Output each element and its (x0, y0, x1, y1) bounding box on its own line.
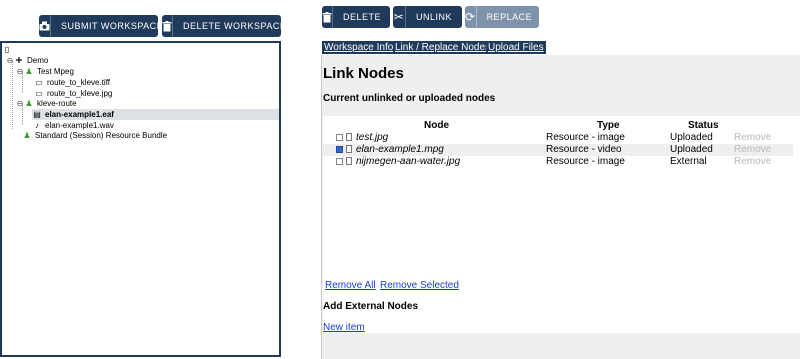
replace-label: REPLACE (486, 12, 533, 22)
tree-node-label: route_to_kleve.tiff (47, 78, 111, 87)
annotation-file-icon: ▤ (33, 110, 41, 119)
tab-workspace-info[interactable]: Workspace Info (322, 41, 396, 54)
tree-node-elan-eaf[interactable]: ▤ elan-example1.eaf (32, 109, 279, 120)
tree-node-label: route_to_kleve.jpg (47, 89, 113, 98)
tree-node-label: Test Mpeg (37, 67, 74, 76)
table-row[interactable]: test.jpg Resource - image Uploaded Remov… (323, 132, 793, 144)
panel-title: Link Nodes (323, 65, 404, 82)
tree-node-resource-bundle[interactable]: ♟ Standard (Session) Resource Bundle (22, 130, 167, 141)
submit-workspace-button[interactable]: SUBMIT WORKSPACE (39, 15, 163, 37)
table-row[interactable]: elan-example1.mpg Resource - video Uploa… (323, 144, 793, 156)
refresh-icon: ⟳ (465, 6, 477, 28)
tree-node-label: elan-example1.eaf (45, 110, 114, 119)
tree-node-label: kleve-route (37, 99, 77, 108)
row-remove-link[interactable]: Remove (734, 132, 771, 144)
row-type: Resource - video (546, 144, 622, 155)
upload-icon (39, 15, 51, 37)
delete-workspace-button[interactable]: DELETE WORKSPACE (162, 15, 286, 37)
link-nodes-panel: Link Nodes Current unlinked or uploaded … (321, 55, 800, 359)
row-node-name: elan-example1.mpg (356, 144, 444, 155)
row-status: Uploaded (670, 132, 713, 143)
session-icon: ♟ (23, 131, 31, 140)
delete-button[interactable]: DELETE (322, 6, 390, 28)
document-icon: ▯ (4, 45, 10, 54)
file-icon (346, 145, 352, 153)
tree-node-label: elan-example1.wav (45, 121, 114, 130)
session-icon: ♟ (25, 99, 33, 108)
tree-node-test-mpeg[interactable]: ⊖ ♟ Test Mpeg (16, 66, 74, 77)
row-type: Resource - image (546, 156, 625, 167)
row-status: Uploaded (670, 144, 713, 155)
session-icon: ♟ (25, 67, 33, 76)
replace-button[interactable]: ⟳ REPLACE (465, 6, 539, 28)
column-header-node: Node (424, 120, 449, 131)
image-file-icon: ▭ (35, 89, 43, 98)
column-header-type: Type (597, 120, 620, 131)
row-node-name: test.jpg (356, 132, 389, 143)
row-status: External (670, 156, 707, 167)
row-checkbox[interactable] (336, 146, 343, 153)
file-icon (346, 157, 352, 165)
new-item-link[interactable]: New item (323, 322, 365, 333)
collapse-toggle-icon[interactable]: ⊖ (16, 99, 24, 108)
trash-icon (162, 15, 173, 37)
remove-all-link[interactable]: Remove All (325, 280, 376, 291)
workspace-tree[interactable]: ▯ ⊖ ✚ Demo ⊖ ♟ Test Mpeg ▭ route_to_klev… (0, 41, 281, 357)
table-row[interactable]: nijmegen-aan-water.jpg Resource - image … (323, 156, 793, 168)
tree-node-demo[interactable]: ⊖ ✚ Demo (6, 55, 49, 66)
delete-label: DELETE (343, 12, 382, 22)
tree-node-label: Demo (27, 56, 49, 65)
trash-icon (322, 6, 333, 28)
add-external-nodes-heading: Add External Nodes (323, 301, 419, 312)
row-type: Resource - image (546, 132, 625, 143)
row-checkbox[interactable] (336, 158, 343, 165)
image-file-icon: ▭ (35, 78, 43, 87)
corpus-icon: ✚ (15, 56, 23, 65)
tab-link-replace-nodes[interactable]: Link / Replace Nodes (393, 41, 493, 54)
file-icon (346, 133, 352, 141)
row-checkbox[interactable] (336, 134, 343, 141)
unlink-label: UNLINK (415, 12, 452, 22)
submit-workspace-label: SUBMIT WORKSPACE (61, 21, 164, 31)
tree-node-label: Standard (Session) Resource Bundle (35, 131, 168, 140)
tree-root-node[interactable]: ▯ (2, 44, 15, 55)
row-node-name: nijmegen-aan-water.jpg (356, 156, 461, 167)
collapse-toggle-icon[interactable]: ⊖ (6, 56, 14, 65)
remove-selected-link[interactable]: Remove Selected (380, 280, 459, 291)
delete-workspace-label: DELETE WORKSPACE (183, 21, 287, 31)
tree-node-route-tiff[interactable]: ▭ route_to_kleve.tiff (34, 77, 110, 88)
row-remove-link[interactable]: Remove (734, 156, 771, 168)
unlink-button[interactable]: ✂ UNLINK (393, 6, 462, 28)
collapse-toggle-icon[interactable]: ⊖ (16, 67, 24, 76)
panel-subtitle: Current unlinked or uploaded nodes (323, 93, 496, 104)
audio-file-icon: ♪ (35, 121, 39, 130)
scissors-icon: ✂ (393, 6, 406, 28)
tab-upload-files[interactable]: Upload Files (486, 41, 546, 54)
row-remove-link[interactable]: Remove (734, 144, 771, 156)
column-header-status: Status (688, 120, 719, 131)
tree-node-kleve-route[interactable]: ⊖ ♟ kleve-route (16, 98, 77, 109)
